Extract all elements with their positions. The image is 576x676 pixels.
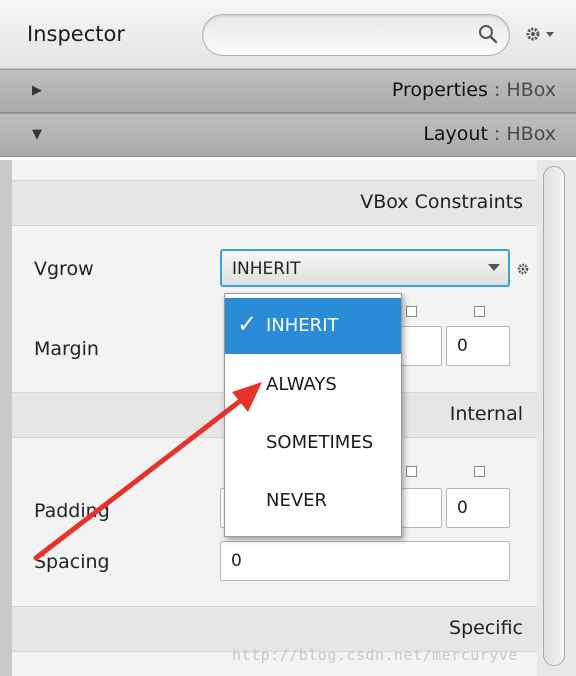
spacing-field[interactable]: 0 [220,541,510,581]
vbox-constraints-header: VBox Constraints [12,180,537,226]
properties-section-header[interactable]: ▶ Properties : HBox [0,69,576,113]
dropdown-option-inherit[interactable]: ✓ INHERIT [225,298,401,354]
vgrow-label: Vgrow [34,258,94,280]
padding-link-checkbox[interactable] [406,466,417,477]
margin-left-field[interactable]: 0 [446,326,510,366]
spacing-value: 0 [231,551,242,571]
margin-link-checkbox[interactable] [474,306,485,317]
gear-icon[interactable] [516,262,530,276]
expand-arrow-icon: ▼ [32,127,42,142]
layout-section-header[interactable]: ▼ Layout : HBox [0,113,576,157]
vgrow-select[interactable]: INHERIT [220,249,510,287]
inspector-title: Inspector [27,22,125,46]
layout-type: HBox [506,123,556,145]
collapse-arrow-icon: ▶ [32,83,42,98]
vgrow-dropdown-menu: ✓ INHERIT ALWAYS SOMETIMES NEVER [224,293,402,537]
specific-title: Specific [449,617,523,639]
margin-left-value: 0 [457,336,468,356]
padding-label: Padding [34,500,110,522]
inspector-header: Inspector [0,0,576,69]
dropdown-option-label: INHERIT [266,315,339,336]
search-icon[interactable] [477,23,499,45]
dropdown-option-never[interactable]: NEVER [225,473,401,529]
properties-type: HBox [506,79,556,101]
search-input[interactable] [202,14,510,56]
padding-link-checkbox[interactable] [474,466,485,477]
dropdown-option-label: ALWAYS [266,374,337,395]
chevron-down-icon [488,264,500,271]
margin-link-checkbox[interactable] [406,306,417,317]
internal-title: Internal [449,403,523,425]
properties-label: Properties [391,79,488,101]
gear-icon[interactable] [524,24,558,44]
properties-separator: : [487,79,507,101]
checkmark-icon: ✓ [237,310,258,338]
spacing-label: Spacing [34,551,110,573]
layout-separator: : [487,123,507,145]
layout-section-title: Layout : HBox [423,123,556,145]
dropdown-option-always[interactable]: ALWAYS [225,357,401,413]
dropdown-option-label: NEVER [266,490,328,511]
dropdown-option-label: SOMETIMES [266,432,374,453]
dropdown-option-sometimes[interactable]: SOMETIMES [225,415,401,471]
properties-section-title: Properties : HBox [392,79,556,101]
margin-label: Margin [34,338,99,360]
watermark-text: http://blog.csdn.net/mercuryve [232,646,518,664]
padding-left-value: 0 [457,498,468,518]
layout-label: Layout [423,123,488,145]
vbox-constraints-title: VBox Constraints [360,191,523,213]
scrollbar-thumb[interactable] [543,166,565,666]
vgrow-selected-value: INHERIT [232,259,301,279]
padding-left-field[interactable]: 0 [446,488,510,528]
